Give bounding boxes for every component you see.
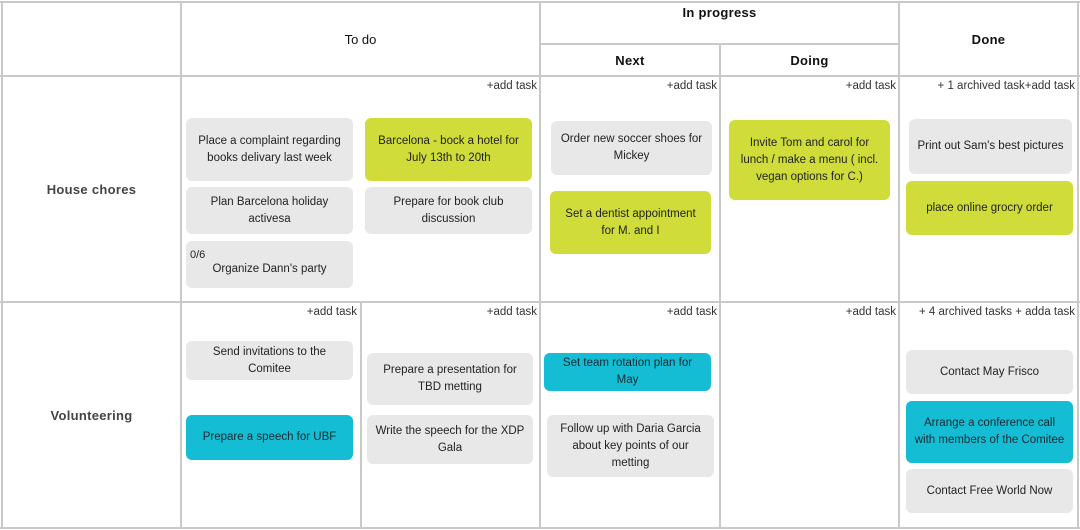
task-card[interactable]: Write the speech for the XDP Gala bbox=[367, 415, 533, 464]
subtask-counter: 0/6 bbox=[190, 249, 206, 261]
task-card[interactable]: Arrange a conference call with members o… bbox=[906, 401, 1073, 463]
task-text: Contact May Frisco bbox=[939, 365, 1040, 378]
column-header-todo: To do bbox=[344, 31, 377, 47]
task-card[interactable]: Prepare a speech for UBF bbox=[186, 415, 353, 460]
task-card[interactable]: Barcelona - bock a hotel for July 13th t… bbox=[365, 118, 532, 181]
task-card[interactable]: Order new soccer shoes for Mickey bbox=[551, 121, 712, 175]
task-text: Plan Barcelona holiday activesa bbox=[210, 195, 329, 225]
grid-line bbox=[360, 301, 362, 529]
column-header-done: Done bbox=[971, 31, 1006, 47]
task-card[interactable]: Plan Barcelona holiday activesa bbox=[186, 187, 353, 234]
task-text: Send invitations to the Comitee bbox=[212, 345, 327, 375]
archived-add-task-button[interactable]: + 1 archived task+add task bbox=[938, 80, 1075, 92]
task-card[interactable]: Invite Tom and carol for lunch / make a … bbox=[729, 120, 890, 200]
task-text: Print out Sam's best pictures bbox=[917, 140, 1064, 152]
task-text: Invite Tom and carol for lunch / make a … bbox=[740, 136, 879, 183]
task-card[interactable]: Print out Sam's best pictures bbox=[909, 119, 1072, 174]
add-task-button[interactable]: +add task bbox=[487, 306, 537, 318]
add-task-button[interactable]: +add task bbox=[307, 306, 357, 318]
row-label-volunteering: Volunteering bbox=[50, 407, 133, 423]
task-card[interactable]: Send invitations to the Comitee bbox=[186, 341, 353, 380]
task-text: Order new soccer shoes for Mickey bbox=[560, 133, 703, 162]
add-task-button[interactable]: +add task bbox=[487, 80, 537, 92]
task-text: Contact Free World Now bbox=[926, 484, 1053, 497]
task-card[interactable]: 0/6 Organize Dann's party bbox=[186, 241, 353, 288]
task-card[interactable]: Place a complaint regarding books deliva… bbox=[186, 118, 353, 181]
kanban-board: To do In progress Next Doing Done House … bbox=[0, 0, 1080, 530]
grid-line bbox=[719, 43, 721, 529]
task-text: Prepare for book club discussion bbox=[393, 195, 504, 225]
grid-line bbox=[539, 1, 541, 529]
add-task-button[interactable]: +add task bbox=[846, 80, 896, 92]
task-card[interactable]: Set team rotation plan for May bbox=[544, 353, 711, 391]
add-task-button[interactable]: +add task bbox=[667, 80, 717, 92]
column-header-doing: Doing bbox=[790, 52, 829, 68]
task-text: Set a dentist appointment for M. and I bbox=[565, 207, 696, 237]
row-label-house-chores: House chores bbox=[46, 181, 137, 197]
task-card[interactable]: place online grocry order bbox=[906, 181, 1073, 235]
add-task-button[interactable]: +add task bbox=[846, 306, 896, 318]
task-card[interactable]: Contact May Frisco bbox=[906, 350, 1073, 394]
grid-line bbox=[1077, 1, 1079, 529]
task-text: Place a complaint regarding books deliva… bbox=[198, 134, 341, 164]
task-card[interactable]: Contact Free World Now bbox=[906, 469, 1073, 513]
task-text: Prepare a presentation for TBD metting bbox=[383, 364, 517, 393]
task-text: Barcelona - bock a hotel for July 13th t… bbox=[378, 134, 519, 164]
task-card[interactable]: Follow up with Daria Garcia about key po… bbox=[547, 415, 714, 477]
task-text: Follow up with Daria Garcia about key po… bbox=[560, 422, 701, 469]
task-card[interactable]: Set a dentist appointment for M. and I bbox=[550, 191, 711, 254]
task-card[interactable]: Prepare for book club discussion bbox=[365, 187, 532, 234]
task-text: Arrange a conference call with members o… bbox=[914, 417, 1065, 446]
task-text: Organize Dann's party bbox=[212, 263, 327, 275]
grid-line bbox=[180, 1, 182, 529]
task-text: Prepare a speech for UBF bbox=[202, 431, 337, 443]
add-task-button[interactable]: +add task bbox=[667, 306, 717, 318]
task-text: place online grocry order bbox=[926, 201, 1053, 214]
archived-add-task-button[interactable]: + 4 archived tasks + adda task bbox=[919, 306, 1075, 318]
task-text: Write the speech for the XDP Gala bbox=[375, 424, 525, 454]
task-text: Set team rotation plan for May bbox=[562, 357, 693, 386]
grid-line bbox=[898, 1, 900, 529]
task-card[interactable]: Prepare a presentation for TBD metting bbox=[367, 353, 533, 405]
column-header-in-progress: In progress bbox=[682, 4, 757, 20]
column-header-next: Next bbox=[615, 52, 645, 68]
